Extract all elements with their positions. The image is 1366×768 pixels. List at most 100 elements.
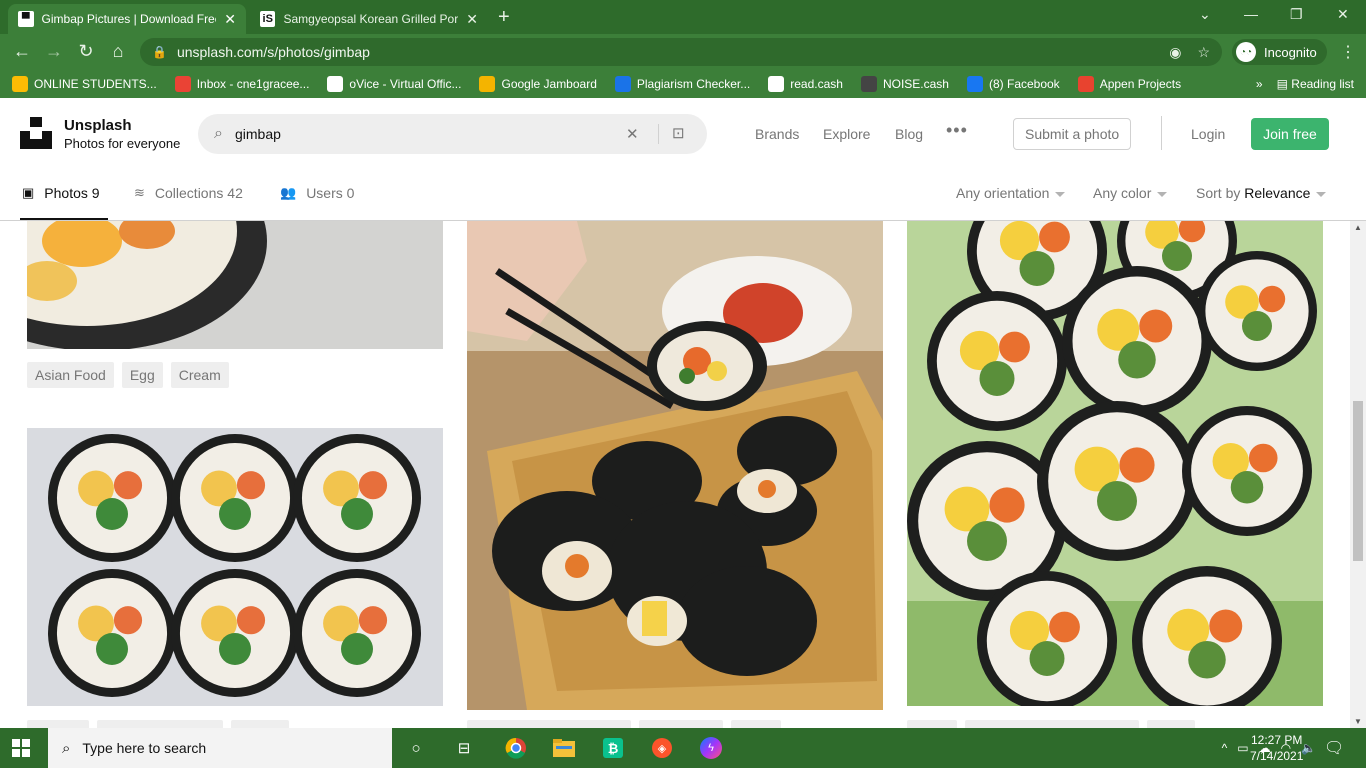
nav-brands[interactable]: Brands (755, 126, 799, 142)
tag-partial[interactable] (231, 720, 289, 728)
collections-icon: ≋ (134, 185, 145, 200)
sort-filter[interactable]: Sort by Relevance (1196, 185, 1327, 201)
browser-toolbar: ← → ↻ ⌂ 🔒 unsplash.com/s/photos/gimbap ◉… (0, 34, 1366, 70)
nav-explore[interactable]: Explore (823, 126, 870, 142)
tab-users-label: Users (306, 185, 343, 201)
tracking-blocked-icon[interactable]: ◉ (1169, 44, 1181, 61)
search-bar[interactable]: ⌕ gimbap ✕ ⊡ (198, 114, 707, 154)
nav-blog[interactable]: Blog (895, 126, 923, 142)
bookmark-item[interactable]: Plagiarism Checker... (614, 76, 750, 92)
browser-tab-active[interactable]: ▀ Gimbap Pictures | Download Free ✕ (8, 4, 246, 34)
color-label: Any color (1093, 185, 1152, 201)
bookmark-item[interactable]: Appen Projects (1077, 76, 1181, 92)
url-text: unsplash.com/s/photos/gimbap (176, 44, 370, 60)
incognito-label: Incognito (1264, 44, 1317, 60)
submit-photo-button[interactable]: Submit a photo (1013, 118, 1132, 150)
back-icon[interactable]: ← (11, 41, 33, 62)
photo-gimbap-chopsticks[interactable] (467, 221, 883, 710)
clear-search-icon[interactable]: ✕ (626, 125, 639, 143)
scrollbar-thumb[interactable] (1353, 401, 1363, 561)
tab-photos[interactable]: ▣ Photos 9 (22, 185, 100, 201)
tag-partial[interactable] (639, 720, 723, 728)
tag-chip[interactable]: Egg (121, 362, 163, 388)
bitcoin-wallet-icon[interactable]: ₿ (601, 736, 625, 760)
forward-icon[interactable]: → (43, 41, 65, 62)
photo-gimbap-rolls-top-view[interactable] (27, 428, 443, 706)
chevron-down-icon (1157, 191, 1168, 197)
clock[interactable]: 12:27 PM 7/14/2021 (1250, 732, 1303, 764)
reading-list[interactable]: ▤ Reading list (1277, 77, 1354, 91)
scroll-up-icon[interactable]: ▲ (1354, 223, 1362, 232)
tag-partial[interactable] (731, 720, 781, 728)
bookmark-star-icon[interactable]: ☆ (1197, 44, 1210, 61)
restore-icon[interactable]: ❐ (1290, 6, 1303, 23)
tag-partial[interactable] (1147, 720, 1195, 728)
login-link[interactable]: Login (1191, 126, 1225, 142)
noisecash-icon (860, 76, 877, 92)
appen-icon (1077, 76, 1094, 92)
bookmark-item[interactable]: NOISE.cash (860, 76, 949, 92)
show-hidden-icons-icon[interactable]: ^ (1222, 741, 1228, 755)
address-bar[interactable]: 🔒 unsplash.com/s/photos/gimbap ◉ ☆ (140, 38, 1222, 66)
windows-start-icon[interactable] (12, 739, 30, 757)
bookmark-item[interactable]: oVice - Virtual Offic... (327, 76, 461, 92)
task-view-icon[interactable]: ⊟ (452, 736, 476, 760)
brand-name: Unsplash (64, 117, 132, 134)
file-explorer-icon[interactable] (552, 736, 576, 760)
close-tab-icon[interactable]: ✕ (458, 11, 478, 28)
search-icon[interactable]: ⌕ (214, 125, 223, 143)
home-icon[interactable]: ⌂ (107, 41, 129, 62)
color-filter[interactable]: Any color (1093, 185, 1168, 201)
tag-partial[interactable] (907, 720, 957, 728)
notifications-icon[interactable]: 🗨 (1324, 738, 1344, 758)
tab-search-icon[interactable]: ⌄ (1199, 6, 1211, 23)
taskbar-search[interactable]: ⌕ Type here to search (48, 728, 392, 768)
close-window-icon[interactable]: ✕ (1337, 6, 1349, 23)
join-free-button[interactable]: Join free (1251, 118, 1329, 150)
tag-partial[interactable] (27, 720, 89, 728)
brave-icon[interactable]: ◈ (650, 736, 674, 760)
orientation-filter[interactable]: Any orientation (956, 185, 1066, 201)
tag-chip[interactable]: Asian Food (27, 362, 114, 388)
visual-search-icon[interactable]: ⊡ (672, 124, 685, 142)
brand[interactable]: Unsplash Photos for everyone (64, 117, 180, 151)
reload-icon[interactable]: ↻ (75, 41, 97, 62)
photo-gimbap-closeup[interactable] (27, 221, 443, 349)
users-icon: 👥 (280, 185, 297, 200)
scroll-down-icon[interactable]: ▼ (1354, 717, 1362, 726)
tag-partial[interactable] (965, 720, 1139, 728)
bookmark-item[interactable]: (8) Facebook (966, 76, 1060, 92)
tab-title: Samgyeopsal Korean Grilled Pork (283, 12, 459, 26)
photo-gimbap-container[interactable] (907, 221, 1323, 706)
browser-menu-icon[interactable]: ⋮ (1340, 42, 1356, 62)
search-input[interactable]: gimbap (235, 126, 281, 142)
minimize-icon[interactable]: — (1244, 6, 1258, 22)
readcash-icon (768, 76, 785, 92)
bookmark-label: NOISE.cash (882, 77, 949, 91)
tag-partial[interactable] (467, 720, 631, 728)
incognito-badge[interactable]: ◔◔ Incognito (1232, 39, 1327, 65)
cortana-icon[interactable]: ○ (404, 736, 428, 760)
bookmark-item[interactable]: read.cash (768, 76, 843, 92)
sort-prefix: Sort by (1196, 185, 1241, 201)
bookmark-item[interactable]: ONLINE STUDENTS... (12, 76, 157, 92)
battery-icon[interactable]: ▭ (1237, 741, 1248, 755)
photo-tags: Asian Food Egg Cream (27, 362, 229, 388)
more-bookmarks-icon[interactable]: » (1256, 77, 1263, 91)
more-icon[interactable]: ••• (946, 120, 968, 141)
bookmark-item[interactable]: Google Jamboard (479, 76, 597, 92)
close-tab-icon[interactable]: ✕ (216, 11, 236, 28)
tab-collections[interactable]: ≋ Collections 42 (134, 185, 243, 201)
unsplash-logo-icon[interactable] (20, 117, 52, 149)
tab-collections-count: 42 (227, 185, 243, 201)
chrome-icon[interactable] (504, 736, 528, 760)
bookmark-item[interactable]: Inbox - cne1gracee... (174, 76, 309, 92)
tag-chip[interactable]: Cream (170, 362, 229, 388)
page-scrollbar[interactable]: ▲ ▼ (1350, 221, 1366, 728)
new-tab-icon[interactable]: + (498, 6, 510, 29)
sort-value: Relevance (1244, 185, 1311, 201)
tab-users[interactable]: 👥 Users 0 (280, 185, 354, 201)
tag-partial[interactable] (97, 720, 223, 728)
browser-tab[interactable]: iS Samgyeopsal Korean Grilled Pork ✕ (250, 4, 488, 34)
messenger-icon[interactable]: ϟ (699, 736, 723, 760)
